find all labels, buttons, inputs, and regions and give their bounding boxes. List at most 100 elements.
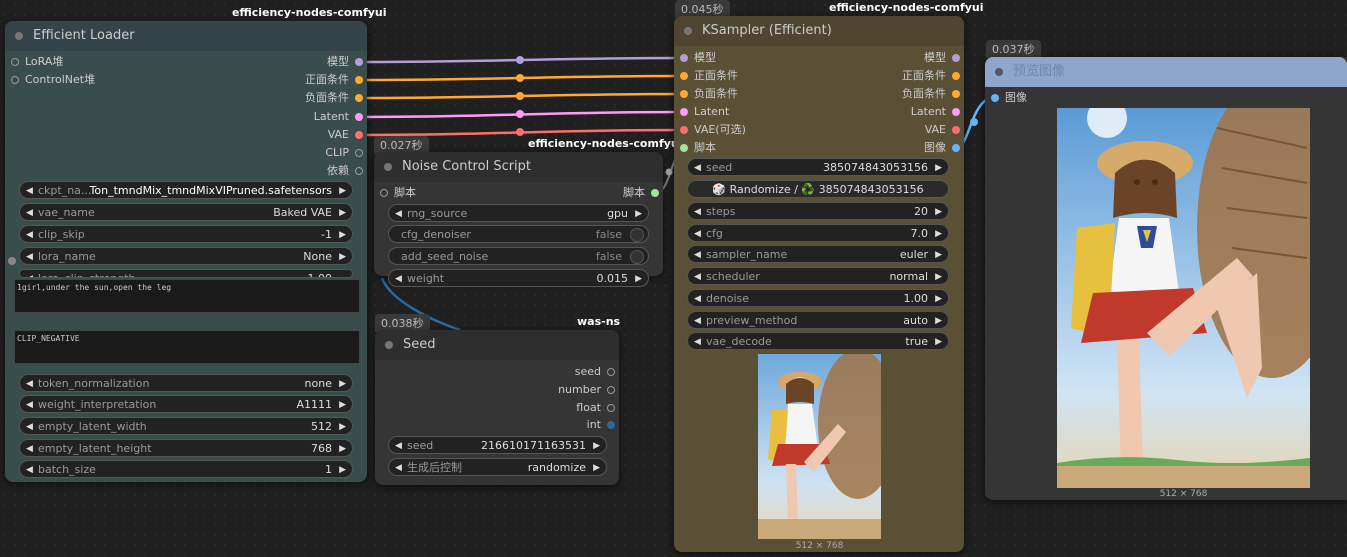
output-positive[interactable]: 正面条件 (305, 71, 365, 89)
positive-prompt-textarea[interactable]: 1girl,under the sun,open the leg (14, 279, 360, 313)
arrow-right-icon[interactable]: ▶ (593, 459, 600, 475)
collapse-dot-icon[interactable] (384, 163, 392, 171)
arrow-right-icon[interactable]: ▶ (935, 159, 942, 175)
output-slot-icon[interactable] (952, 72, 960, 80)
collapse-dot-icon[interactable] (684, 27, 692, 35)
ksampler-preview-image[interactable] (758, 354, 881, 539)
input-slot-icon[interactable] (680, 72, 688, 80)
cfg-denoiser-toggle[interactable]: cfg_denoiser false (388, 225, 649, 243)
input-slot-icon[interactable] (680, 126, 688, 134)
empty-latent-width-widget[interactable]: ◀ empty_latent_width 512 ▶ (19, 417, 353, 435)
arrow-left-icon[interactable]: ◀ (694, 290, 701, 306)
batch-size-widget[interactable]: ◀ batch_size 1 ▶ (19, 460, 353, 478)
arrow-left-icon[interactable]: ◀ (395, 437, 402, 453)
vae-decode-widget[interactable]: ◀ vae_decode true ▶ (687, 332, 949, 350)
output-slot-icon[interactable] (355, 58, 363, 66)
arrow-right-icon[interactable]: ▶ (935, 290, 942, 306)
arrow-right-icon[interactable]: ▶ (339, 248, 346, 264)
arrow-left-icon[interactable]: ◀ (26, 248, 33, 264)
output-slot-icon[interactable] (355, 76, 363, 84)
ks-seed-widget[interactable]: ◀ seed 385074843053156 ▶ (687, 158, 949, 176)
seed-output-float[interactable]: float (576, 399, 617, 417)
ks-output-positive[interactable]: 正面条件 (902, 67, 962, 85)
arrow-right-icon[interactable]: ▶ (339, 182, 346, 198)
output-slot-icon[interactable] (355, 167, 363, 175)
output-model[interactable]: 模型 (327, 53, 365, 71)
seed-node[interactable]: Seed seed number float int ◀ seed 216610… (375, 330, 619, 485)
output-slot-icon[interactable] (355, 131, 363, 139)
input-slot-icon[interactable] (680, 90, 688, 98)
weight-interpretation-widget[interactable]: ◀ weight_interpretation A1111 ▶ (19, 395, 353, 413)
preview-image-display[interactable] (1057, 108, 1310, 488)
noise-control-title[interactable]: Noise Control Script (374, 152, 663, 182)
arrow-right-icon[interactable]: ▶ (339, 440, 346, 456)
preview-input-image[interactable]: 图像 (987, 89, 1027, 107)
noise-output-script[interactable]: 脚本 (623, 184, 661, 202)
ksampler-title[interactable]: KSampler (Efficient) (674, 16, 964, 46)
ckpt-name-widget[interactable]: ◀ ckpt_na... Ton_tmndMix_tmndMixVIPruned… (19, 181, 353, 199)
lora-name-widget[interactable]: ◀ lora_name None ▶ (19, 247, 353, 265)
output-slot-icon[interactable] (607, 368, 615, 376)
arrow-left-icon[interactable]: ◀ (26, 182, 33, 198)
collapse-dot-icon[interactable] (15, 32, 23, 40)
output-latent[interactable]: Latent (314, 108, 365, 126)
noise-input-script[interactable]: 脚本 (376, 184, 416, 202)
arrow-right-icon[interactable]: ▶ (635, 205, 642, 221)
arrow-left-icon[interactable]: ◀ (694, 203, 701, 219)
control-after-generate-widget[interactable]: ◀ 生成后控制 randomize ▶ (388, 458, 607, 476)
ks-input-negative[interactable]: 负面条件 (676, 85, 738, 103)
toggle-knob-icon[interactable] (630, 228, 644, 242)
arrow-left-icon[interactable]: ◀ (694, 246, 701, 262)
efficient-loader-node[interactable]: Efficient Loader LoRA堆 ControlNet堆 模型 正面… (5, 21, 367, 482)
lora-input-dot[interactable] (8, 252, 16, 270)
arrow-left-icon[interactable]: ◀ (26, 204, 33, 220)
arrow-right-icon[interactable]: ▶ (339, 418, 346, 434)
efficient-loader-title[interactable]: Efficient Loader (5, 21, 367, 51)
rng-source-widget[interactable]: ◀ rng_source gpu ▶ (388, 204, 649, 222)
ksampler-node[interactable]: KSampler (Efficient) 模型 正面条件 负面条件 Latent… (674, 16, 964, 552)
output-slot-icon[interactable] (952, 108, 960, 116)
seed-output-int[interactable]: int (587, 416, 617, 434)
toggle-knob-icon[interactable] (630, 250, 644, 264)
output-slot-icon[interactable] (607, 386, 615, 394)
output-clip[interactable]: CLIP (325, 144, 365, 162)
arrow-right-icon[interactable]: ▶ (593, 437, 600, 453)
arrow-right-icon[interactable]: ▶ (339, 226, 346, 242)
arrow-left-icon[interactable]: ◀ (694, 312, 701, 328)
arrow-right-icon[interactable]: ▶ (935, 246, 942, 262)
steps-widget[interactable]: ◀ steps 20 ▶ (687, 202, 949, 220)
ks-input-model[interactable]: 模型 (676, 49, 716, 67)
output-slot-icon[interactable] (952, 54, 960, 62)
output-slot-icon[interactable] (952, 144, 960, 152)
arrow-right-icon[interactable]: ▶ (635, 270, 642, 286)
arrow-left-icon[interactable]: ◀ (694, 159, 701, 175)
ks-output-image[interactable]: 图像 (924, 139, 962, 157)
token-normalization-widget[interactable]: ◀ token_normalization none ▶ (19, 374, 353, 392)
ks-input-latent[interactable]: Latent (676, 103, 729, 121)
arrow-right-icon[interactable]: ▶ (935, 203, 942, 219)
arrow-left-icon[interactable]: ◀ (694, 225, 701, 241)
ks-output-model[interactable]: 模型 (924, 49, 962, 67)
output-slot-icon[interactable] (607, 421, 615, 429)
noise-control-node[interactable]: Noise Control Script 脚本 脚本 ◀ rng_source … (374, 152, 663, 287)
input-slot-icon[interactable] (680, 54, 688, 62)
preview-image-node[interactable]: 预览图像 图像 512 × 768 (985, 57, 1347, 500)
arrow-left-icon[interactable]: ◀ (26, 396, 33, 412)
input-lora-stack[interactable]: LoRA堆 (7, 53, 63, 71)
seed-value-widget[interactable]: ◀ seed 216610171163531 ▶ (388, 436, 607, 454)
seed-output-number[interactable]: number (558, 381, 617, 399)
output-vae[interactable]: VAE (328, 126, 365, 144)
arrow-left-icon[interactable]: ◀ (395, 459, 402, 475)
arrow-left-icon[interactable]: ◀ (694, 268, 701, 284)
arrow-left-icon[interactable]: ◀ (26, 375, 33, 391)
arrow-left-icon[interactable]: ◀ (395, 270, 402, 286)
arrow-right-icon[interactable]: ▶ (339, 396, 346, 412)
ks-output-latent[interactable]: Latent (911, 103, 962, 121)
collapse-dot-icon[interactable] (995, 68, 1003, 76)
ks-output-vae[interactable]: VAE (925, 121, 962, 139)
output-slot-icon[interactable] (355, 94, 363, 102)
arrow-right-icon[interactable]: ▶ (935, 225, 942, 241)
input-slot-icon[interactable] (991, 94, 999, 102)
arrow-left-icon[interactable]: ◀ (26, 461, 33, 477)
arrow-left-icon[interactable]: ◀ (694, 333, 701, 349)
